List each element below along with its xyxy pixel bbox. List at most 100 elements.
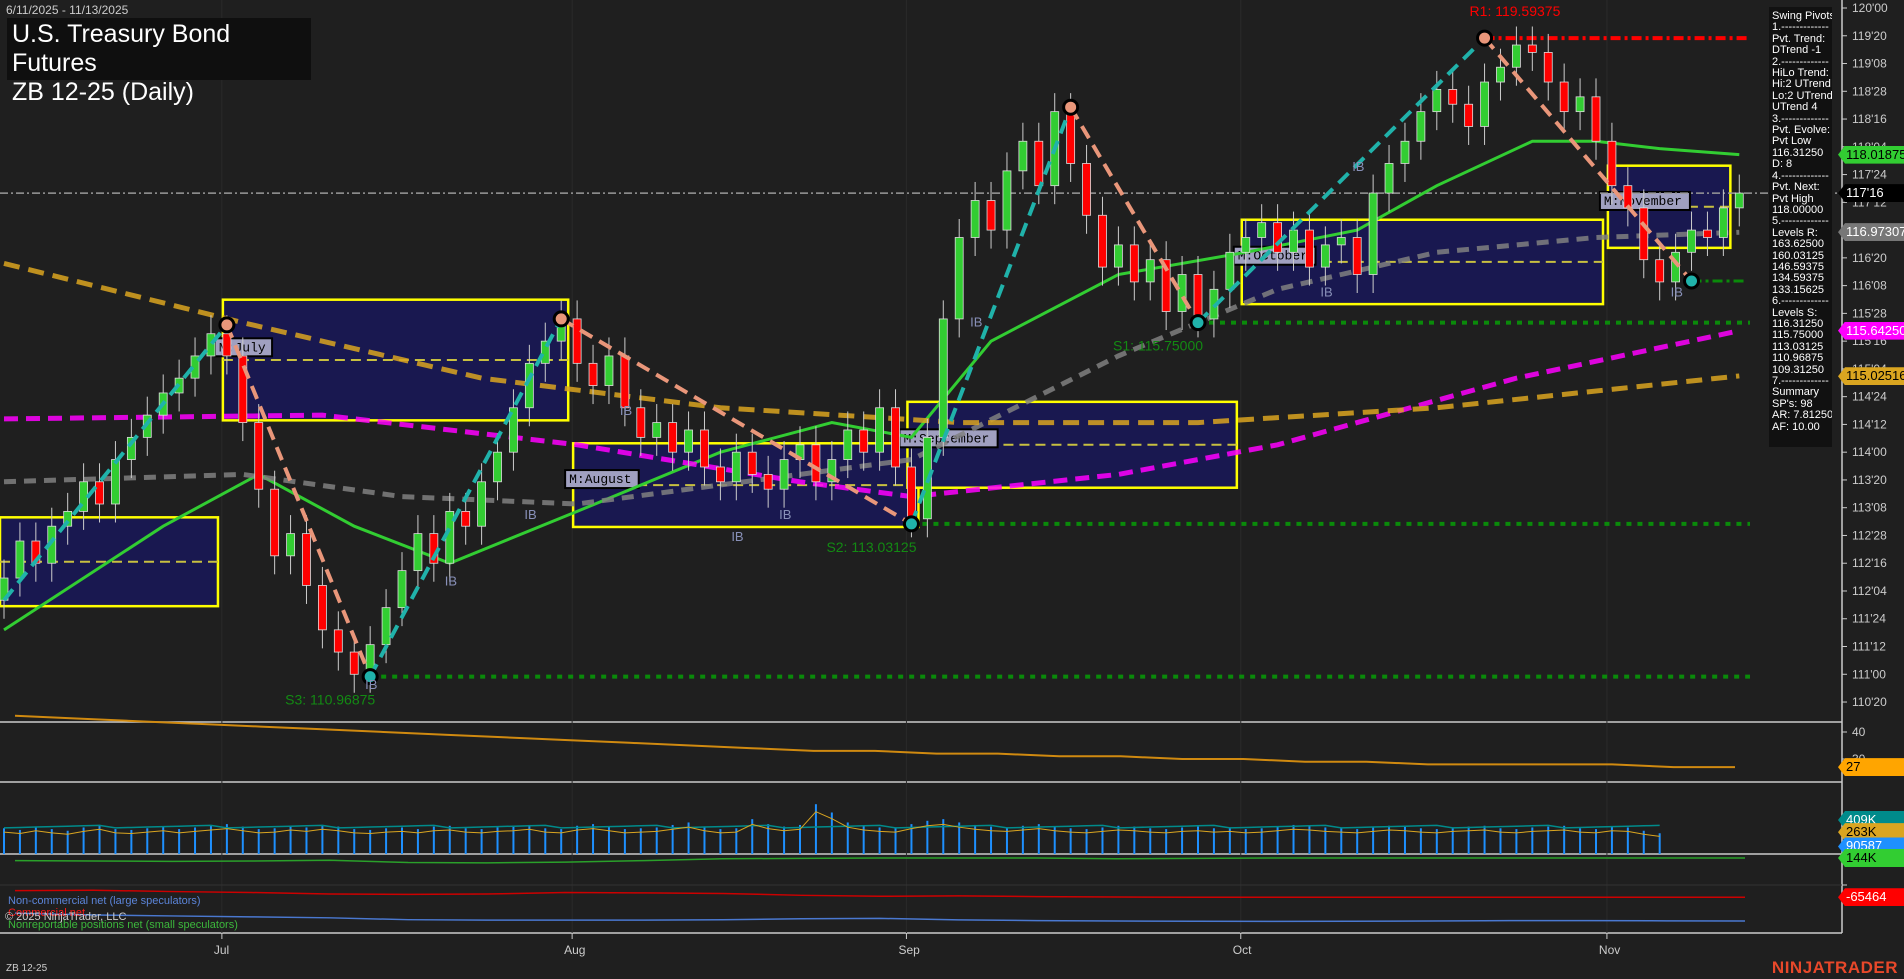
ib-label: IB [620,403,632,418]
month-label: Sep [898,943,920,957]
chart-subtitle: ZB 12-25 (Daily) [12,78,306,107]
oscillator-line [15,716,1735,767]
ib-label: IB [1320,285,1332,300]
month-box-label: M:August [569,472,631,487]
candle-body [350,652,358,674]
cot-blue-line [15,913,1745,921]
price-chart[interactable]: 120'00119'20119'08118'28118'16118'04117'… [0,0,1904,979]
candle-body [812,445,820,482]
level-label: S1: 115.75000 [1113,338,1203,354]
price-tick-label: 117'24 [1852,168,1887,182]
candle-body [1640,208,1648,260]
candle-body [462,511,470,526]
price-tick-label: 112'16 [1852,556,1887,570]
candle-body [716,467,724,482]
price-tick-label: 114'00 [1852,445,1887,459]
candle-body [1560,82,1568,112]
candle-body [1719,208,1727,238]
price-tick-label: 118'28 [1852,84,1887,98]
info-line: AF: 10.00 [1772,422,1829,433]
candle-body [1130,245,1138,282]
ib-label: IB [1671,285,1683,300]
cot-green-line [15,858,1745,863]
chart-title-box: U.S. Treasury Bond Futures ZB 12-25 (Dai… [7,18,311,80]
candle-body [1226,252,1234,289]
legend-noncommercial: Non-commercial net (large speculators) [8,895,201,907]
candle-body [1114,245,1122,267]
swing-pivot-marker [1064,100,1078,114]
candle-body [637,408,645,438]
candle-body [1194,275,1202,319]
info-line: 110.96875 [1772,353,1829,364]
candle-body [1401,141,1409,163]
copyright: © 2025 NinjaTrader, LLC [5,911,126,923]
candle-body [955,237,963,318]
info-line: 5.------------- [1772,216,1829,227]
candle-body [1258,223,1266,238]
candle-body [621,356,629,408]
swing-pivot-marker [1478,31,1492,45]
candle-body [16,541,24,578]
axis-value-tag: 27 [1838,758,1904,776]
axis-value-tag: 117'16 [1838,184,1904,202]
axis-value-tag: 115.02516 [1838,367,1904,385]
candle-body [1481,82,1489,126]
candle-body [1098,215,1106,267]
candle-body [255,423,263,490]
candle-body [876,408,884,452]
price-tick-label: 110'20 [1852,695,1887,709]
swing-pivots-info-panel: Swing Pivots1.-------------Pvt. Trend:DT… [1769,7,1832,447]
candle-body [1576,97,1584,112]
candle-body [96,482,104,504]
price-tick-label: 111'00 [1852,667,1886,681]
candle-body [111,460,119,504]
candle-body [302,534,310,586]
candle-body [1083,163,1091,215]
price-tick-label: 120'00 [1852,1,1888,15]
price-tick-label: 113'08 [1852,501,1887,515]
candle-body [780,460,788,490]
candle-body [939,319,947,437]
candle-body [764,474,772,489]
candle-body [1337,237,1345,244]
swing-pivot-marker [1685,274,1699,288]
candle-body [1019,141,1027,171]
candle-body [1592,97,1600,141]
candle-body [414,534,422,571]
info-line: UTrend 4 [1772,102,1829,113]
price-tick-label: 119'20 [1852,29,1887,43]
candle-body [1417,112,1425,142]
price-tick-label: 119'08 [1852,57,1887,71]
candle-body [1528,45,1536,52]
candle-body [318,585,326,629]
ib-label: IB [970,314,982,329]
candle-body [398,571,406,608]
month-label: Jul [214,943,229,957]
ib-label: IB [779,507,791,522]
info-line: 163.62500 [1772,239,1829,250]
candle-body [382,608,390,645]
level-label: S3: 110.96875 [285,692,375,708]
candle-body [700,430,708,467]
month-box-label: M:November [1604,194,1682,209]
ninjatrader-logo: NINJATRADER [1772,958,1898,978]
axis-value-tag: 116.97307 [1838,223,1904,241]
candle-body [605,356,613,386]
candle-body [892,408,900,467]
price-tick-label: 112'28 [1852,528,1887,542]
osc-tick-label: 40 [1852,725,1866,739]
price-tick-label: 114'24 [1852,390,1887,404]
candle-body [1465,104,1473,126]
candle-body [1385,163,1393,193]
candle-body [1449,89,1457,104]
chart-title: U.S. Treasury Bond Futures [12,20,306,78]
candle-body [1274,223,1282,253]
candle-body [287,534,295,556]
price-tick-label: 111'24 [1852,612,1886,626]
axis-value-tag: 115.64250 [1838,322,1904,340]
ib-label: IB [365,677,377,692]
candle-body [860,430,868,452]
candle-body [1067,112,1075,164]
candle-body [494,452,502,482]
candle-body [207,334,215,356]
